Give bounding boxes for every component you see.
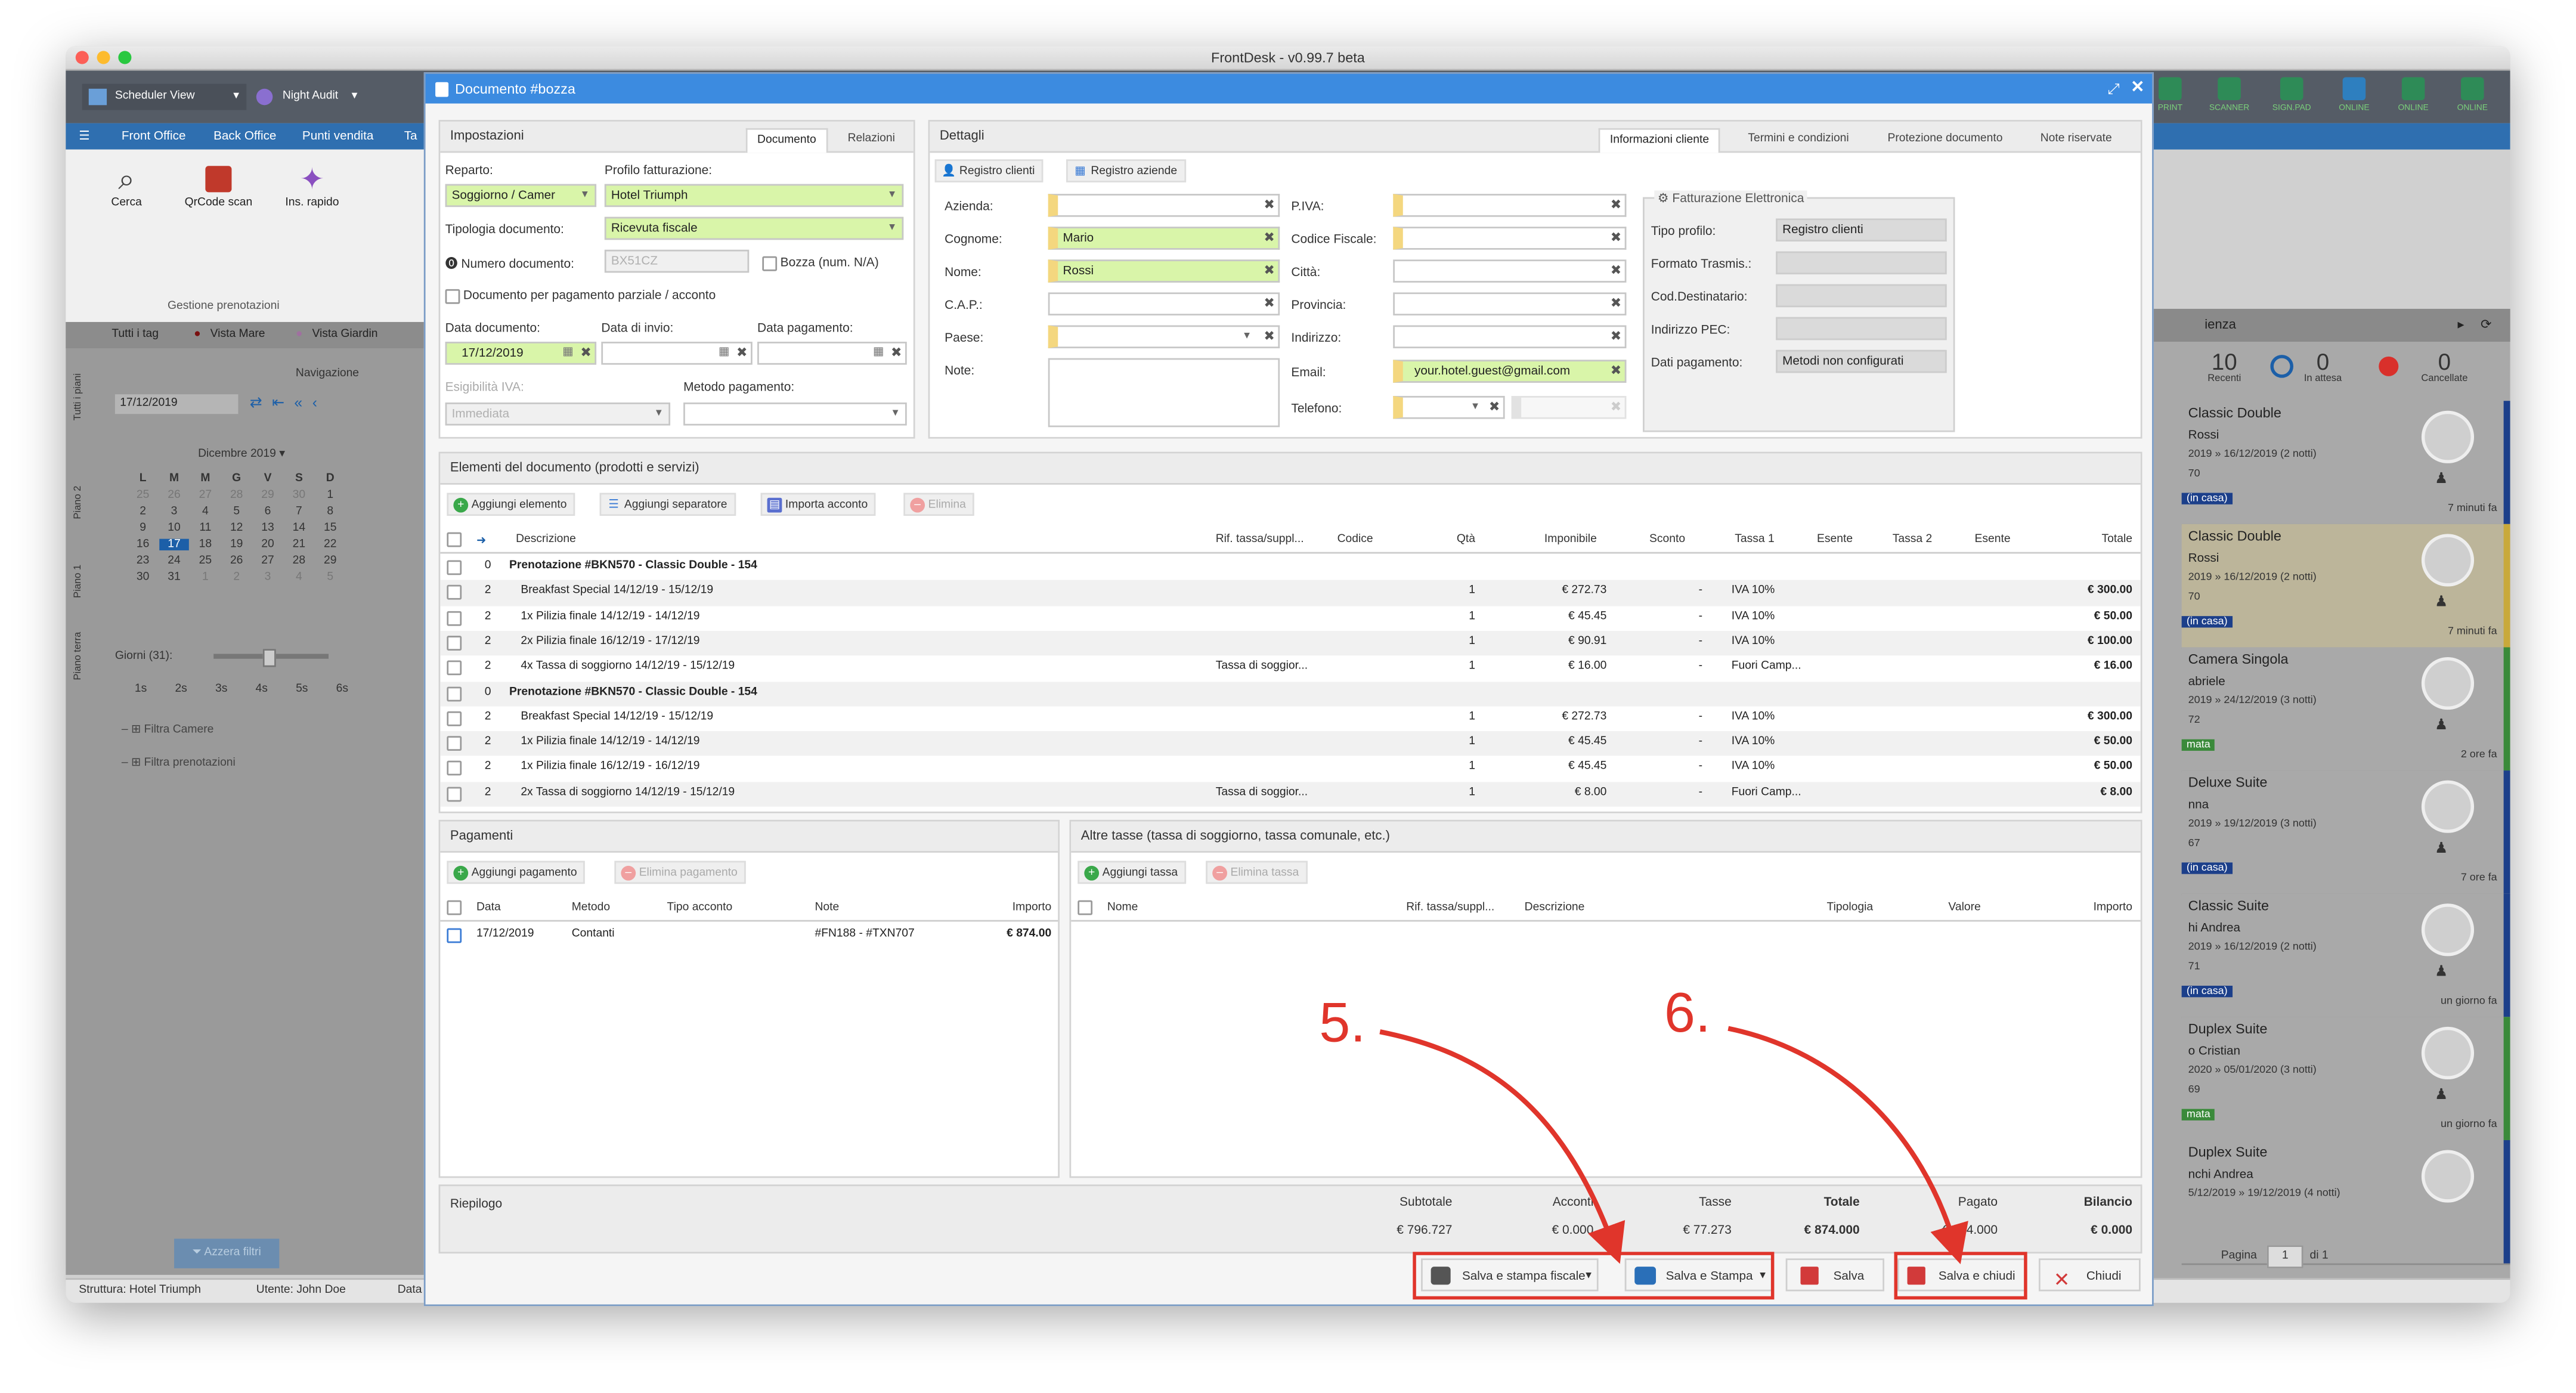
annotation-arrows [1379, 1026, 1968, 1265]
arrow-to-save-close [1727, 1026, 1968, 1265]
screenshot-stage: FrontDesk - v0.99.7 beta Scheduler View … [0, 0, 2576, 1393]
arrow-to-print-buttons [1379, 1029, 1626, 1264]
